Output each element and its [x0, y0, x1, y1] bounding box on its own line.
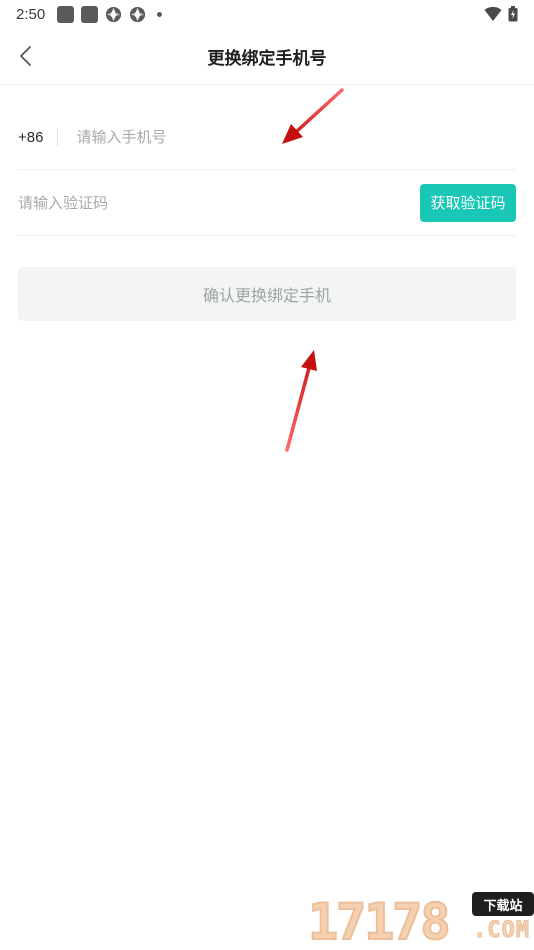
site-watermark: 17178 下载站 .COM — [307, 890, 534, 950]
country-code[interactable]: +86 — [18, 129, 43, 146]
wifi-icon — [484, 6, 502, 21]
aperture-icon — [130, 6, 146, 22]
app-header: 更换绑定手机号 — [0, 28, 534, 85]
phone-row: +86 — [18, 105, 516, 170]
arrow-to-confirm-button — [285, 350, 317, 452]
more-notifications-dot — [157, 11, 163, 17]
battery-icon — [508, 6, 518, 22]
watermark-suffix: .COM — [473, 918, 530, 944]
confirm-change-button[interactable]: 确认更换绑定手机 — [18, 267, 516, 321]
phone-input[interactable] — [76, 128, 516, 146]
status-bar: 2:50 — [0, 0, 534, 28]
verification-code-input[interactable] — [18, 193, 420, 212]
code-row: 获取验证码 — [18, 170, 516, 236]
watermark-tag: 下载站 — [472, 892, 534, 916]
notification-icon — [57, 5, 75, 23]
status-time: 2:50 — [16, 5, 46, 23]
get-code-button[interactable]: 获取验证码 — [420, 183, 516, 222]
aperture-icon — [106, 6, 122, 22]
watermark-number: 17178 — [307, 893, 452, 950]
divider — [57, 128, 59, 146]
page-title: 更换绑定手机号 — [207, 49, 327, 69]
notification-icon — [81, 5, 99, 23]
